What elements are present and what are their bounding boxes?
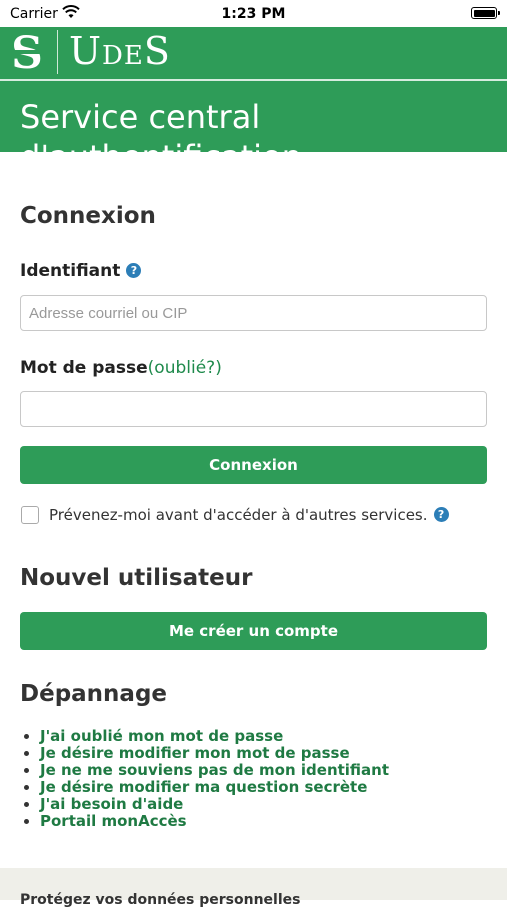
footer: Protégez vos données personnelles — [0, 868, 507, 908]
change-password-link[interactable]: Je désire modifier mon mot de passe — [40, 744, 350, 762]
password-input[interactable] — [20, 391, 487, 427]
troubleshooting-list: J'ai oublié mon mot de passe Je désire m… — [20, 728, 389, 830]
list-item: Portail monAccès — [40, 813, 389, 830]
troubleshooting-heading: Dépannage — [20, 681, 168, 707]
list-item: Je désire modifier ma question secrète — [40, 779, 389, 796]
brand-bar: S UDES — [0, 27, 507, 79]
list-item: Je désire modifier mon mot de passe — [40, 745, 389, 762]
change-secret-question-link[interactable]: Je désire modifier ma question secrète — [40, 778, 367, 796]
status-bar: Carrier 1:23 PM — [0, 0, 507, 27]
list-item: J'ai oublié mon mot de passe — [40, 728, 389, 745]
new-user-heading: Nouvel utilisateur — [20, 565, 253, 591]
help-icon[interactable]: ? — [433, 507, 449, 522]
need-help-link[interactable]: J'ai besoin d'aide — [40, 795, 183, 813]
forgot-identifier-link[interactable]: Je ne me souviens pas de mon identifiant — [40, 761, 389, 779]
identifier-label: Identifiant? — [20, 261, 142, 281]
login-heading: Connexion — [20, 203, 156, 229]
status-time: 1:23 PM — [221, 6, 286, 22]
login-button[interactable]: Connexion — [20, 446, 487, 484]
title-bar: Service central d'authentification — [0, 81, 507, 176]
forgot-password-link[interactable]: (oublié?) — [148, 358, 222, 378]
brand-name: UDES — [69, 29, 171, 73]
list-item: Je ne me souviens pas de mon identifiant — [40, 762, 389, 779]
identifier-input[interactable] — [20, 295, 487, 331]
brand-separator — [57, 30, 58, 74]
help-icon[interactable]: ? — [126, 263, 142, 278]
forgot-password-help-link[interactable]: J'ai oublié mon mot de passe — [40, 727, 283, 745]
password-label: Mot de passe(oublié?) — [20, 358, 222, 378]
list-item: J'ai besoin d'aide — [40, 796, 389, 813]
udes-logo-icon: S — [10, 30, 44, 76]
create-account-button[interactable]: Me créer un compte — [20, 612, 487, 650]
warn-label: Prévenez-moi avant d'accéder à d'autres … — [49, 506, 449, 524]
page-title: Service central d'authentification — [20, 98, 302, 176]
footer-text: Protégez vos données personnelles — [20, 892, 301, 908]
monacces-portal-link[interactable]: Portail monAccès — [40, 812, 187, 830]
warn-checkbox[interactable] — [21, 506, 39, 524]
battery-icon — [471, 7, 500, 19]
